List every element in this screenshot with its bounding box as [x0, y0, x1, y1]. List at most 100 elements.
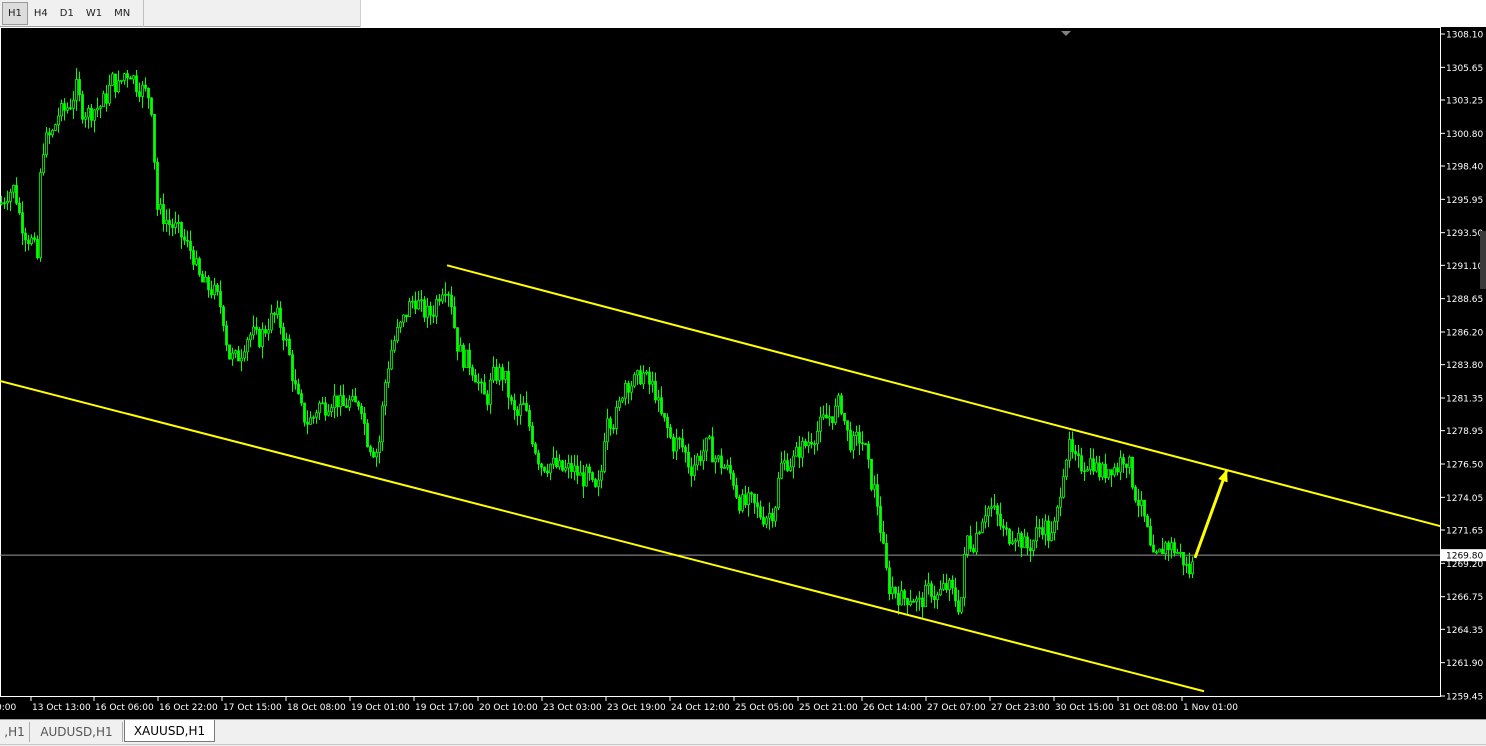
timeframe-h1-button[interactable]: H1	[2, 2, 28, 25]
candle-body	[321, 402, 324, 405]
candle-body	[414, 300, 417, 310]
candle-body	[1080, 455, 1083, 472]
candle-body	[972, 548, 975, 553]
price-tick-label: 1288.65	[1446, 295, 1483, 305]
candle-body	[858, 431, 861, 444]
candle-body	[1143, 499, 1146, 517]
price-tick-label: 1261.90	[1446, 659, 1483, 669]
candle-body	[1086, 469, 1089, 472]
chart-window[interactable]: 1308.10 1305.65 1303.25 1300.80 1298.40 1295.…	[0, 27, 1486, 719]
candle-body	[420, 299, 423, 302]
timeframe-mn-button[interactable]: MN	[108, 2, 136, 25]
candle-body	[1176, 552, 1179, 554]
time-tick-label: 24 Oct 12:00	[671, 703, 730, 713]
candle-body	[915, 598, 918, 602]
candle-body	[384, 382, 387, 407]
candle-body	[3, 202, 6, 205]
timeframe-d1-button[interactable]: D1	[54, 2, 80, 25]
candle-body	[171, 224, 174, 228]
candle-body	[486, 393, 489, 405]
candle-body	[423, 299, 426, 318]
tab-xauusd-h1[interactable]: XAUUSD,H1	[124, 720, 215, 742]
candle-body	[447, 293, 450, 296]
candle-body	[678, 437, 681, 440]
candle-body	[792, 455, 795, 468]
candle-body	[9, 191, 12, 202]
candle-body	[42, 154, 45, 174]
candle-body	[366, 423, 369, 448]
candle-body	[291, 354, 294, 381]
candle-body	[582, 472, 585, 487]
candle-body	[102, 93, 105, 108]
candle-body	[135, 75, 138, 93]
candle-body	[51, 130, 54, 136]
candle-body	[609, 418, 612, 429]
candle-body	[666, 417, 669, 428]
candle-body	[651, 381, 654, 385]
candle-body	[708, 436, 711, 439]
candle-body	[1095, 462, 1098, 472]
arrow-shaft	[1193, 468, 1229, 559]
candle-body	[978, 532, 981, 534]
candle-body	[717, 455, 720, 460]
candle-body	[1029, 547, 1032, 552]
price-chart[interactable]: 1308.10 1305.65 1303.25 1300.80 1298.40 1295.…	[0, 27, 1486, 719]
time-tick-label: 23 Oct 03:00	[543, 703, 602, 713]
candle-body	[1170, 542, 1173, 550]
candle-body	[396, 326, 399, 342]
candle-body	[213, 284, 216, 296]
candle-body	[63, 103, 66, 111]
candle-body	[648, 371, 651, 385]
candle-body	[129, 77, 132, 80]
candle-body	[1062, 476, 1065, 498]
price-tick-label: 1298.40	[1446, 162, 1483, 172]
price-tick-label: 1308.10	[1446, 31, 1483, 41]
candle-body	[804, 441, 807, 447]
candle-body	[1122, 457, 1125, 465]
candle-body	[756, 502, 759, 508]
candle-body	[966, 535, 969, 555]
time-tick-label: 31 Oct 08:00	[1119, 703, 1178, 713]
candle-body	[753, 493, 756, 504]
candle-body	[156, 161, 159, 210]
candle-body	[81, 94, 84, 120]
candle-body	[945, 583, 948, 590]
candle-body	[852, 435, 855, 451]
tab-partial-chart[interactable]: ,H1	[0, 722, 30, 742]
candle-body	[240, 357, 243, 362]
candle-body	[318, 402, 321, 414]
candle-body	[303, 402, 306, 423]
candle-body	[801, 441, 804, 458]
candle-body	[246, 339, 249, 353]
candle-body	[750, 492, 753, 495]
candle-body	[1164, 542, 1167, 555]
candle-body	[930, 583, 933, 597]
candle-body	[411, 300, 414, 303]
candle-body	[552, 457, 555, 465]
candle-body	[726, 465, 729, 468]
candle-body	[234, 350, 237, 354]
time-tick-label: 27 Oct 07:00	[927, 703, 986, 713]
candle-body	[381, 405, 384, 443]
candle-body	[969, 535, 972, 549]
tab-audusd-h1[interactable]: AUDUSD,H1	[31, 722, 123, 742]
candle-body	[1119, 457, 1122, 473]
candle-body	[645, 371, 648, 374]
candle-body	[1074, 451, 1077, 455]
candle-body	[267, 329, 270, 334]
candle-body	[1107, 469, 1110, 479]
candle-body	[477, 381, 480, 384]
timeframe-w1-button[interactable]: W1	[80, 2, 108, 25]
candle-body	[1068, 439, 1071, 461]
period-marker-icon	[1061, 31, 1071, 36]
candle-body	[927, 583, 930, 586]
price-tick-label: 1266.75	[1446, 593, 1483, 603]
candle-body	[519, 403, 522, 416]
timeframe-h4-button[interactable]: H4	[28, 2, 54, 25]
time-tick-label: 13 Oct 13:00	[32, 703, 91, 713]
candle-body	[810, 441, 813, 445]
candle-body	[885, 542, 888, 569]
candle-body	[1116, 467, 1119, 473]
candle-body	[882, 532, 885, 544]
candle-body	[1035, 527, 1038, 542]
